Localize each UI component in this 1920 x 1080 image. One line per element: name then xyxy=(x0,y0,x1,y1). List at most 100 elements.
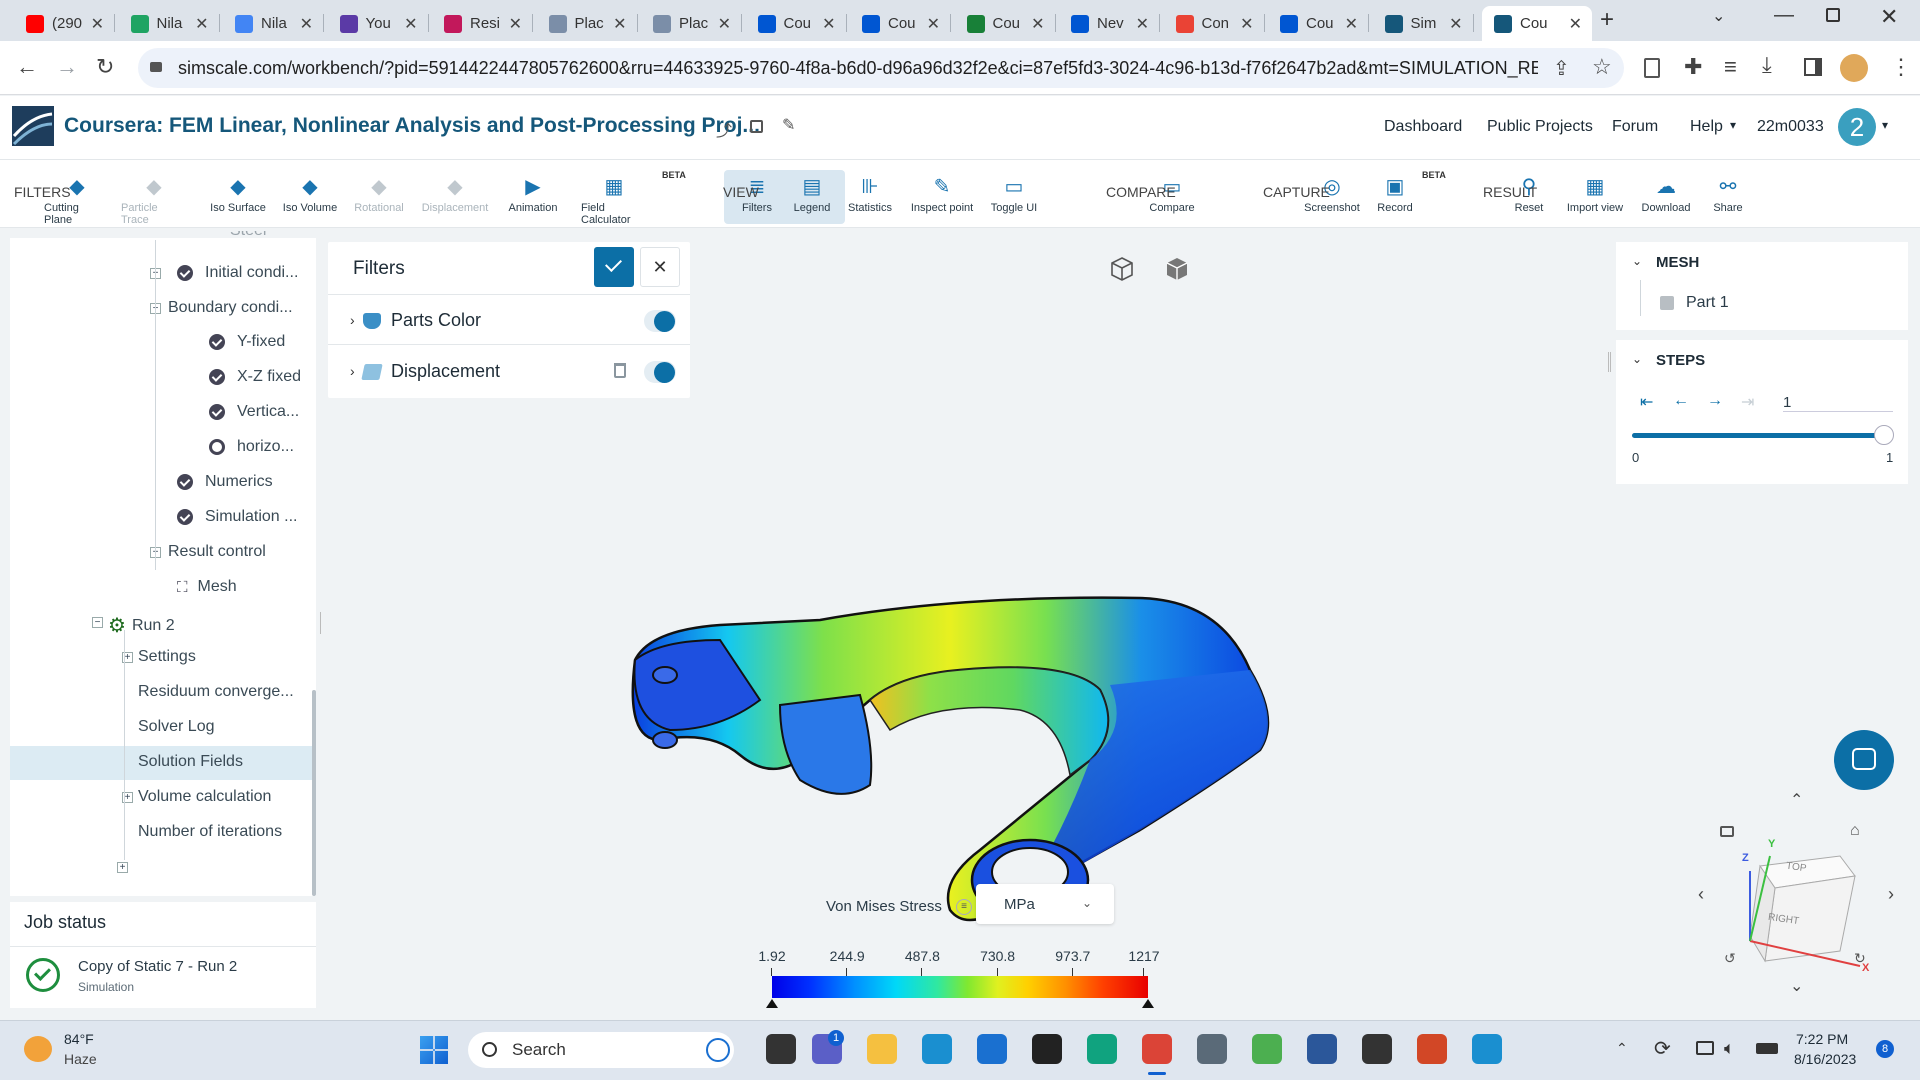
browser-tab[interactable]: Cou ✕ xyxy=(955,6,1056,41)
tree-item[interactable]: ⛶ Mesh xyxy=(177,578,237,596)
toolbar-button-statistics[interactable]: ⊪ Statistics xyxy=(837,170,903,224)
browser-tab[interactable]: (290 ✕ xyxy=(14,6,115,41)
sync-icon[interactable]: ⟳ xyxy=(1654,1036,1671,1061)
tab-close-icon[interactable]: ✕ xyxy=(1345,14,1358,34)
reload-icon[interactable]: ↻ xyxy=(96,54,114,80)
notification-badge[interactable]: 8 xyxy=(1876,1040,1894,1058)
nav-public-projects[interactable]: Public Projects xyxy=(1487,118,1593,136)
tab-close-icon[interactable]: ✕ xyxy=(718,14,731,34)
first-step-icon[interactable]: ⇤ xyxy=(1640,392,1653,412)
tab-close-icon[interactable]: ✕ xyxy=(300,14,313,34)
browser-tab[interactable]: Plac ✕ xyxy=(641,6,742,41)
tree-item[interactable]: Settings xyxy=(138,648,196,666)
tree-item[interactable]: Numerics xyxy=(177,473,273,491)
tab-close-icon[interactable]: ✕ xyxy=(1031,14,1044,34)
paint-icon[interactable] xyxy=(1252,1034,1282,1064)
colorbar-min-marker[interactable] xyxy=(766,999,778,1008)
iso-view-icon[interactable] xyxy=(1110,256,1134,282)
rotate-left-icon[interactable]: ‹ xyxy=(1698,884,1704,905)
battery-icon[interactable] xyxy=(1756,1043,1778,1054)
url-text[interactable]: simscale.com/workbench/?pid=591442244780… xyxy=(178,58,1538,79)
extensions-icon[interactable]: ✚ xyxy=(1684,54,1702,80)
photos-icon[interactable] xyxy=(1472,1034,1502,1064)
browser-tab[interactable]: Cou ✕ xyxy=(746,6,847,41)
tree-item[interactable]: Simulation ... xyxy=(177,508,297,526)
tree-item[interactable]: Vertica... xyxy=(209,403,299,421)
settings-icon[interactable] xyxy=(1197,1034,1227,1064)
tree-expand-toggle[interactable]: − xyxy=(92,617,103,628)
tab-close-icon[interactable]: ✕ xyxy=(1240,14,1253,34)
toolbar-button-download[interactable]: ☁ Download xyxy=(1633,170,1699,224)
download-icon[interactable]: ⤓ xyxy=(1762,52,1772,78)
close-window-button[interactable]: ✕ xyxy=(1880,4,1898,30)
toolbar-button-cutting-plane[interactable]: ◆ Cutting Plane xyxy=(44,170,110,227)
tab-close-icon[interactable]: ✕ xyxy=(1136,14,1149,34)
sidepanel-icon[interactable] xyxy=(1804,58,1822,76)
back-icon[interactable]: ← xyxy=(16,54,38,80)
tray-chevron-icon[interactable]: ⌃ xyxy=(1616,1040,1628,1057)
rotate-ccw-icon[interactable]: ↺ xyxy=(1724,950,1736,967)
expand-chevron-icon[interactable]: › xyxy=(350,312,355,328)
taskbar-search-box[interactable] xyxy=(468,1032,734,1068)
browser-tab[interactable]: Sim ✕ xyxy=(1373,6,1474,41)
tree-item[interactable]: Number of iterations xyxy=(138,823,282,841)
tree-item[interactable]: Residuum converge... xyxy=(138,683,294,701)
toolbar-button-field-calculator[interactable]: ▦ Field Calculator xyxy=(581,170,647,227)
browser-tab[interactable]: You ✕ xyxy=(328,6,429,41)
volume-icon[interactable]: 🔈︎ xyxy=(1724,1038,1735,1059)
simscale-logo[interactable] xyxy=(12,106,54,146)
tab-close-icon[interactable]: ✕ xyxy=(404,14,417,34)
project-title[interactable]: Coursera: FEM Linear, Nonlinear Analysis… xyxy=(64,114,760,138)
solid-view-icon[interactable] xyxy=(1165,256,1189,282)
toolbar-button-animation[interactable]: ▶ Animation xyxy=(500,170,566,224)
next-step-icon[interactable]: → xyxy=(1707,392,1723,410)
tree-item[interactable]: horizo... xyxy=(209,438,294,456)
tab-close-icon[interactable]: ✕ xyxy=(822,14,835,34)
help-chevron-icon[interactable]: ▾ xyxy=(1730,118,1736,132)
browser-tab[interactable]: Nev ✕ xyxy=(1059,6,1160,41)
terminal-icon[interactable] xyxy=(1362,1034,1392,1064)
tab-close-icon[interactable]: ✕ xyxy=(195,14,208,34)
user-avatar[interactable]: 2 xyxy=(1838,108,1876,146)
tab-close-icon[interactable]: ✕ xyxy=(1569,14,1582,34)
tree-item[interactable]: Steel xyxy=(230,222,266,240)
tab-close-icon[interactable]: ✕ xyxy=(509,14,522,34)
trash-icon[interactable] xyxy=(614,363,626,378)
forward-icon[interactable]: → xyxy=(56,54,78,80)
toolbar-button-toggle-ui[interactable]: ▭ Toggle UI xyxy=(981,170,1047,224)
unit-select[interactable] xyxy=(976,884,1114,924)
toolbar-button-share[interactable]: ⚯ Share xyxy=(1695,170,1761,224)
collapse-chevron-icon[interactable]: ⌄ xyxy=(1632,352,1642,366)
network-icon[interactable] xyxy=(1696,1041,1714,1055)
share-url-icon[interactable]: ⇪ xyxy=(1553,56,1570,81)
task-view-icon[interactable] xyxy=(766,1034,796,1064)
mail-icon[interactable] xyxy=(977,1034,1007,1064)
toolbar-button-record[interactable]: ▣ Record xyxy=(1362,170,1428,224)
nav-help[interactable]: Help xyxy=(1690,118,1723,136)
clock-date[interactable]: 8/16/2023 xyxy=(1794,1051,1856,1067)
tab-close-icon[interactable]: ✕ xyxy=(927,14,940,34)
mesh-part-item[interactable]: Part 1 xyxy=(1686,294,1729,312)
filter-row-displacement[interactable]: Displacement xyxy=(391,361,500,382)
minimize-button[interactable]: — xyxy=(1774,4,1794,27)
tree-item[interactable]: Result control xyxy=(168,543,266,561)
expand-chevron-icon[interactable]: › xyxy=(350,363,355,379)
legend-settings-icon[interactable]: ≡ xyxy=(956,899,972,915)
tree-expand-toggle[interactable]: + xyxy=(117,862,128,873)
tree-item[interactable]: Solver Log xyxy=(138,718,215,736)
tree-scrollbar[interactable] xyxy=(312,690,316,896)
filters-close-button[interactable]: ✕ xyxy=(640,247,680,287)
rotate-cw-icon[interactable]: ↻ xyxy=(1854,950,1866,967)
colorbar-max-marker[interactable] xyxy=(1142,999,1154,1008)
new-tab-button[interactable]: + xyxy=(1600,6,1614,34)
copy-project-icon[interactable] xyxy=(750,120,763,133)
nav-dashboard[interactable]: Dashboard xyxy=(1384,118,1462,136)
step-slider-handle[interactable] xyxy=(1874,425,1894,445)
profile-avatar[interactable] xyxy=(1840,54,1868,82)
browser-tab[interactable]: Con ✕ xyxy=(1164,6,1265,41)
rotate-down-icon[interactable]: ⌄ xyxy=(1790,976,1803,996)
browser-tab[interactable]: Plac ✕ xyxy=(537,6,638,41)
share-project-icon[interactable]: ⤴ xyxy=(716,117,732,141)
toolbar-button-iso-volume[interactable]: ◆ Iso Volume xyxy=(277,170,343,224)
chrome-icon[interactable] xyxy=(1142,1034,1172,1064)
